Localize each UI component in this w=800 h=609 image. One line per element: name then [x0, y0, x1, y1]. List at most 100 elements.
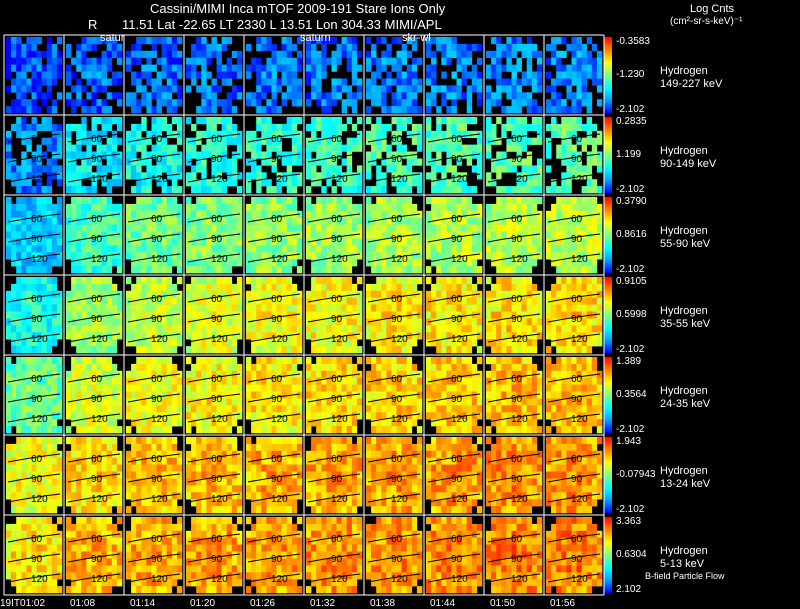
time-label: 01:38	[370, 598, 396, 609]
angle-label: 120	[391, 414, 408, 425]
color-bar-min: -2.102	[616, 504, 645, 515]
angle-label: 60	[451, 534, 463, 545]
angle-label: 120	[151, 494, 168, 505]
angle-label: 90	[451, 154, 463, 165]
angle-label: 120	[451, 334, 468, 345]
angle-label: 120	[571, 414, 588, 425]
angle-label: 120	[451, 174, 468, 185]
angle-label: 90	[451, 474, 463, 485]
angle-label: 60	[391, 134, 403, 145]
time-label: 01:14	[130, 598, 156, 609]
angle-label: 60	[571, 214, 583, 225]
angle-label: 120	[211, 494, 228, 505]
row-energy-label: Hydrogen 55-90 keV	[660, 225, 711, 250]
time-label: 01:32	[310, 598, 336, 609]
angle-label: 60	[451, 374, 463, 385]
angle-label: 90	[211, 474, 223, 485]
angle-label: 90	[91, 154, 103, 165]
angle-label: 120	[31, 494, 48, 505]
angle-label: 120	[331, 574, 348, 585]
overlay-mark: skr-wl	[402, 32, 431, 44]
time-label: 01:56	[550, 598, 576, 609]
angle-label: 90	[91, 394, 103, 405]
time-label: 01:08	[70, 598, 96, 609]
heatmap-cell	[4, 35, 64, 115]
row-energy-label: Hydrogen 13-24 keV	[660, 465, 711, 490]
angle-label: 60	[91, 294, 103, 305]
angle-label: 60	[331, 374, 343, 385]
angle-label: 120	[511, 494, 528, 505]
angle-label: 120	[151, 414, 168, 425]
angle-label: 120	[271, 254, 288, 265]
angle-label: 120	[211, 254, 228, 265]
heatmap-cell	[364, 35, 424, 115]
angle-label: 120	[211, 574, 228, 585]
angle-label: 90	[331, 394, 343, 405]
color-bar-min: -2.102	[616, 264, 645, 275]
angle-label: 120	[571, 254, 588, 265]
angle-label: 90	[31, 314, 43, 325]
angle-label: 90	[31, 394, 43, 405]
angle-label: 60	[391, 294, 403, 305]
color-bar-max: 3.363	[616, 516, 642, 527]
angle-label: 60	[331, 294, 343, 305]
angle-label: 120	[331, 494, 348, 505]
angle-label: 120	[91, 574, 108, 585]
angle-label: 120	[511, 174, 528, 185]
angle-label: 90	[211, 154, 223, 165]
angle-label: 120	[271, 174, 288, 185]
angle-label: 90	[331, 154, 343, 165]
angle-label: 90	[91, 474, 103, 485]
row-energy-label: Hydrogen 90-149 keV	[660, 145, 717, 170]
angle-label: 120	[451, 574, 468, 585]
color-bar	[604, 277, 612, 353]
angle-label: 60	[271, 214, 283, 225]
time-label: 01:50	[490, 598, 516, 609]
time-label: 01:26	[250, 598, 276, 609]
angle-label: 60	[31, 454, 43, 465]
angle-label: 60	[451, 214, 463, 225]
angle-label: 120	[391, 174, 408, 185]
angle-label: 60	[271, 374, 283, 385]
angle-label: 60	[151, 134, 163, 145]
color-bar-max: 0.2835	[616, 116, 647, 127]
angle-label: 90	[331, 314, 343, 325]
angle-label: 90	[391, 314, 403, 325]
angle-label: 60	[271, 534, 283, 545]
color-bar-min: -2.102	[616, 104, 645, 115]
color-bar	[604, 117, 612, 193]
angle-label: 60	[331, 214, 343, 225]
angle-label: 120	[511, 574, 528, 585]
angle-label: 90	[511, 314, 523, 325]
footer-note: B-field Particle Flow	[645, 571, 725, 581]
angle-label: 90	[151, 474, 163, 485]
angle-label: 60	[91, 134, 103, 145]
angle-label: 120	[211, 414, 228, 425]
angle-label: 90	[331, 234, 343, 245]
angle-label: 90	[271, 314, 283, 325]
angle-label: 120	[391, 574, 408, 585]
angle-label: 60	[391, 454, 403, 465]
time-label: 19IT01:02	[0, 598, 46, 609]
angle-label: 90	[271, 554, 283, 565]
angle-label: 90	[451, 314, 463, 325]
angle-label: 120	[271, 334, 288, 345]
angle-label: 120	[31, 574, 48, 585]
angle-label: 90	[211, 554, 223, 565]
angle-label: 120	[151, 334, 168, 345]
angle-label: 60	[211, 294, 223, 305]
angle-label: 60	[211, 534, 223, 545]
angle-label: 60	[571, 374, 583, 385]
color-bar-mid: 0.6304	[616, 549, 647, 560]
row-energy-label: Hydrogen 35-55 keV	[660, 305, 711, 330]
color-bar-max: 1.389	[616, 356, 642, 367]
color-bar-min: -2.102	[616, 424, 645, 435]
angle-label: 60	[91, 374, 103, 385]
heatmap-cell	[124, 35, 184, 115]
color-bar-mid: -0.07943	[616, 469, 656, 480]
angle-label: 120	[91, 494, 108, 505]
angle-label: 90	[151, 234, 163, 245]
angle-label: 60	[511, 214, 523, 225]
angle-label: 60	[331, 454, 343, 465]
angle-label: 90	[31, 234, 43, 245]
